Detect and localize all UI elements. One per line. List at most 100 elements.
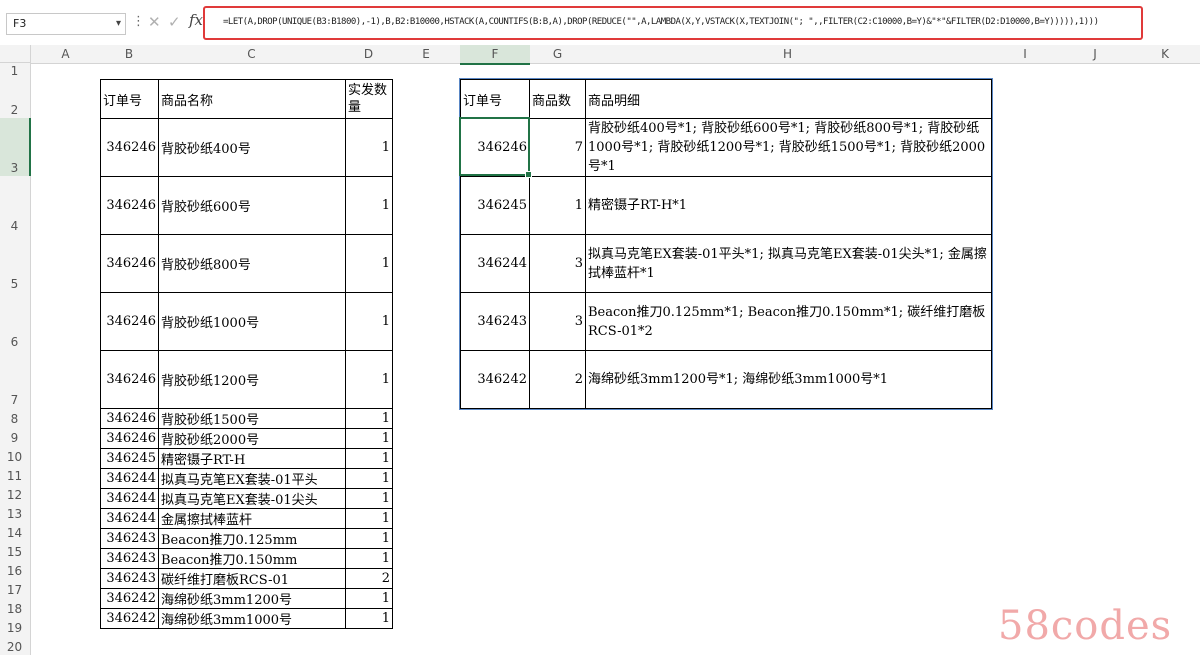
cell-order[interactable]: 346243	[100, 548, 159, 569]
row-header-11[interactable]: 11	[0, 465, 31, 484]
row-header-10[interactable]: 10	[0, 446, 31, 465]
row-header-16[interactable]: 16	[0, 560, 31, 579]
cell-item-count[interactable]: 3	[529, 234, 586, 293]
name-box[interactable]: F3 ▾	[6, 13, 126, 35]
row-header-14[interactable]: 14	[0, 522, 31, 541]
cell-quantity[interactable]: 1	[345, 428, 393, 449]
row-header-4[interactable]: 4	[0, 176, 31, 234]
cell-quantity[interactable]: 1	[345, 234, 393, 293]
cell-quantity[interactable]: 1	[345, 528, 393, 549]
confirm-icon[interactable]: ✓	[168, 13, 181, 31]
cell-quantity[interactable]: 1	[345, 468, 393, 489]
row-header-8[interactable]: 8	[0, 408, 31, 427]
cell-product-name[interactable]: 金属擦拭棒蓝杆	[158, 508, 346, 529]
select-all-corner[interactable]	[0, 45, 31, 63]
row-header-6[interactable]: 6	[0, 292, 31, 350]
cell-item-count[interactable]: 3	[529, 292, 586, 351]
cell-product-name[interactable]: Beacon推刀0.125mm	[158, 528, 346, 549]
cell-product-name[interactable]: 海绵砂纸3mm1000号	[158, 608, 346, 629]
cell-order[interactable]: 346243	[100, 528, 159, 549]
cell-item-count[interactable]: 2	[529, 350, 586, 409]
cell-product-name[interactable]: 背胶砂纸600号	[158, 176, 346, 235]
cell-order[interactable]: 346246	[100, 292, 159, 351]
column-header-j[interactable]: J	[1060, 45, 1130, 64]
cell-order[interactable]: 346244	[100, 468, 159, 489]
cell-item-detail[interactable]: Beacon推刀0.125mm*1; Beacon推刀0.150mm*1; 碳纤…	[585, 292, 992, 351]
header-item-detail[interactable]: 商品明细	[585, 79, 992, 119]
cell-product-name[interactable]: 背胶砂纸1000号	[158, 292, 346, 351]
cell-item-detail[interactable]: 拟真马克笔EX套装-01平头*1; 拟真马克笔EX套装-01尖头*1; 金属擦拭…	[585, 234, 992, 293]
cell-quantity[interactable]: 1	[345, 350, 393, 409]
more-options-icon[interactable]: ⋮	[132, 14, 145, 29]
cell-item-detail[interactable]: 海绵砂纸3mm1200号*1; 海绵砂纸3mm1000号*1	[585, 350, 992, 409]
column-header-a[interactable]: A	[31, 45, 100, 64]
formula-input[interactable]: =LET(A,DROP(UNIQUE(B3:B1800),-1),B,B2:B1…	[203, 6, 1143, 40]
cell-product-name[interactable]: 背胶砂纸1200号	[158, 350, 346, 409]
chevron-down-icon[interactable]: ▾	[116, 14, 121, 34]
insert-function-icon[interactable]: fx	[189, 11, 203, 29]
row-header-15[interactable]: 15	[0, 541, 31, 560]
column-header-b[interactable]: B	[100, 45, 158, 64]
cell-product-name[interactable]: 拟真马克笔EX套装-01平头	[158, 468, 346, 489]
cell-quantity[interactable]: 1	[345, 118, 393, 177]
cell-order[interactable]: 346246	[460, 118, 530, 177]
cell-quantity[interactable]: 1	[345, 448, 393, 469]
row-header-9[interactable]: 9	[0, 427, 31, 446]
row-header-12[interactable]: 12	[0, 484, 31, 503]
row-header-19[interactable]: 19	[0, 617, 31, 636]
cell-product-name[interactable]: 背胶砂纸2000号	[158, 428, 346, 449]
column-header-f[interactable]: F	[460, 45, 530, 65]
cell-order[interactable]: 346246	[100, 176, 159, 235]
row-header-2[interactable]: 2	[0, 79, 31, 118]
cell-product-name[interactable]: 背胶砂纸1500号	[158, 408, 346, 429]
cell-item-detail[interactable]: 背胶砂纸400号*1; 背胶砂纸600号*1; 背胶砂纸800号*1; 背胶砂纸…	[585, 118, 992, 177]
cell-order[interactable]: 346245	[100, 448, 159, 469]
row-header-1[interactable]: 1	[0, 63, 31, 79]
cell-order[interactable]: 346242	[460, 350, 530, 409]
cell-quantity[interactable]: 1	[345, 176, 393, 235]
cell-quantity[interactable]: 2	[345, 568, 393, 589]
cell-item-count[interactable]: 1	[529, 176, 586, 235]
row-header-3[interactable]: 3	[0, 118, 31, 176]
cell-order[interactable]: 346246	[100, 350, 159, 409]
column-header-g[interactable]: G	[530, 45, 585, 64]
cell-product-name[interactable]: 背胶砂纸800号	[158, 234, 346, 293]
cell-quantity[interactable]: 1	[345, 408, 393, 429]
cell-product-name[interactable]: 海绵砂纸3mm1200号	[158, 588, 346, 609]
cell-quantity[interactable]: 1	[345, 488, 393, 509]
cell-product-name[interactable]: 碳纤维打磨板RCS-01	[158, 568, 346, 589]
row-header-5[interactable]: 5	[0, 234, 31, 292]
row-header-20[interactable]: 20	[0, 636, 31, 655]
column-header-k[interactable]: K	[1130, 45, 1200, 64]
cell-quantity[interactable]: 1	[345, 588, 393, 609]
cell-order[interactable]: 346243	[100, 568, 159, 589]
cell-quantity[interactable]: 1	[345, 608, 393, 629]
row-header-18[interactable]: 18	[0, 598, 31, 617]
cell-product-name[interactable]: 拟真马克笔EX套装-01尖头	[158, 488, 346, 509]
cell-order[interactable]: 346245	[460, 176, 530, 235]
column-header-c[interactable]: C	[158, 45, 345, 64]
row-header-7[interactable]: 7	[0, 350, 31, 408]
cell-item-detail[interactable]: 精密镊子RT-H*1	[585, 176, 992, 235]
cell-order[interactable]: 346244	[460, 234, 530, 293]
cell-quantity[interactable]: 1	[345, 548, 393, 569]
cell-order[interactable]: 346246	[100, 408, 159, 429]
cell-order[interactable]: 346246	[100, 118, 159, 177]
row-header-13[interactable]: 13	[0, 503, 31, 522]
cell-order[interactable]: 346246	[100, 234, 159, 293]
cell-order[interactable]: 346244	[100, 488, 159, 509]
cancel-icon[interactable]: ✕	[148, 13, 161, 31]
cell-order[interactable]: 346243	[460, 292, 530, 351]
cell-product-name[interactable]: 精密镊子RT-H	[158, 448, 346, 469]
cell-product-name[interactable]: 背胶砂纸400号	[158, 118, 346, 177]
column-header-e[interactable]: E	[392, 45, 460, 64]
cell-order[interactable]: 346246	[100, 428, 159, 449]
column-header-h[interactable]: H	[585, 45, 990, 64]
cell-product-name[interactable]: Beacon推刀0.150mm	[158, 548, 346, 569]
cell-order[interactable]: 346242	[100, 588, 159, 609]
cell-quantity[interactable]: 1	[345, 292, 393, 351]
row-header-17[interactable]: 17	[0, 579, 31, 598]
cell-order[interactable]: 346244	[100, 508, 159, 529]
cell-quantity[interactable]: 1	[345, 508, 393, 529]
cell-item-count[interactable]: 7	[529, 118, 586, 177]
